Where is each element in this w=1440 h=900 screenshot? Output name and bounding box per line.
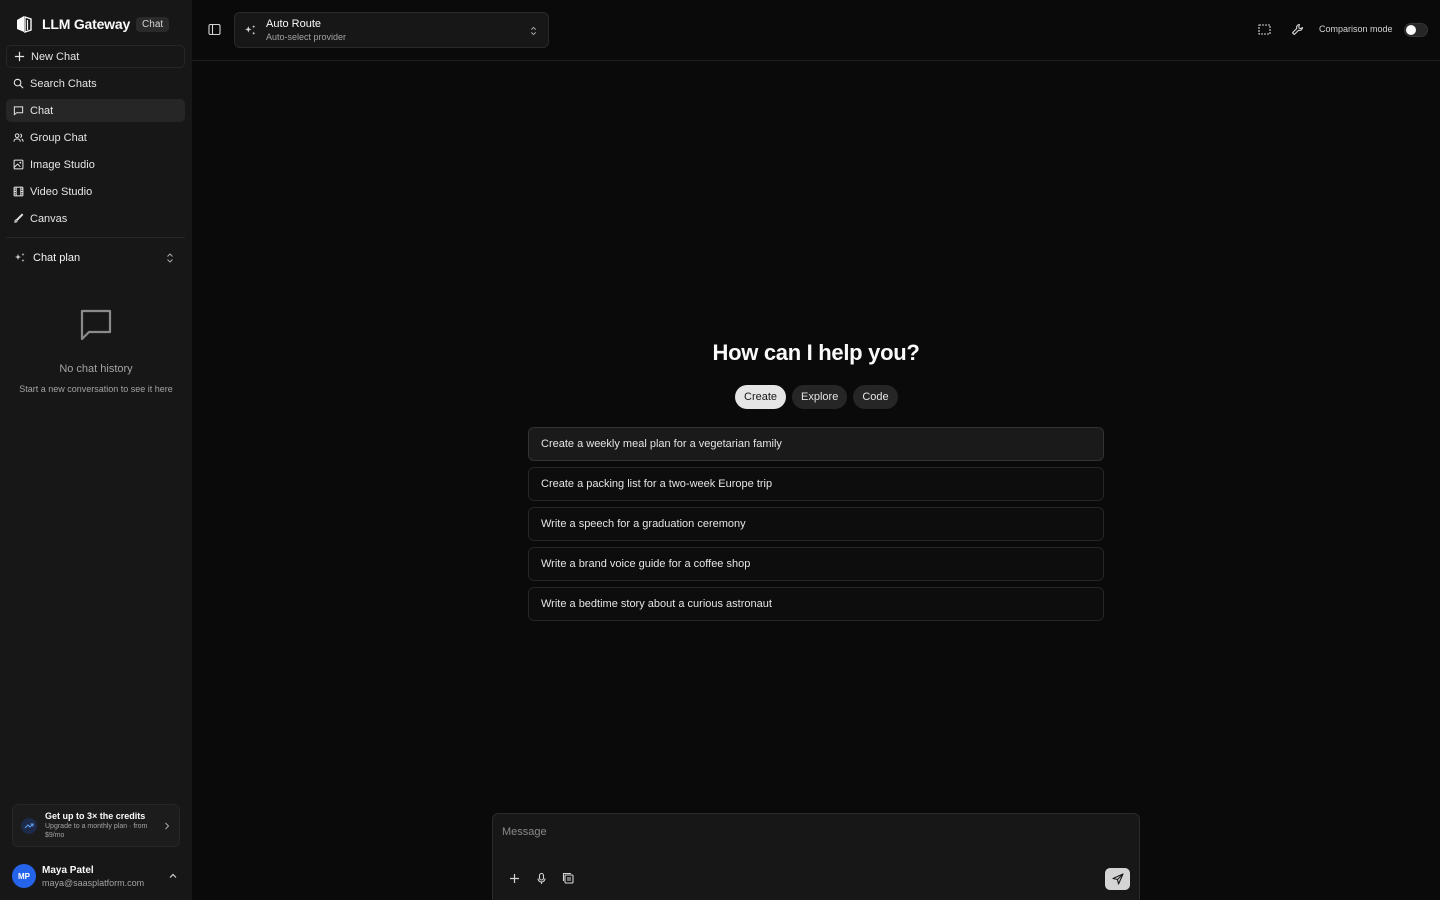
- message-icon: [80, 309, 112, 341]
- chevron-updown-icon: [167, 252, 173, 263]
- prompt-tabs: Create Explore Code: [735, 385, 898, 409]
- empty-history: No chat history Start a new conversation…: [0, 306, 192, 394]
- user-name: Maya Patel: [42, 864, 94, 876]
- sidebar-item-label: Canvas: [30, 212, 68, 225]
- model-subtitle: Auto-select provider: [266, 32, 347, 42]
- promo-subtitle: Upgrade to a monthly plan · from $9/mo: [45, 823, 148, 839]
- sidebar-item-label: Group Chat: [30, 131, 87, 144]
- image-icon: [13, 159, 24, 170]
- sidebar-item-label: Video Studio: [30, 185, 93, 198]
- search-icon: [13, 78, 24, 89]
- microphone-icon[interactable]: [535, 872, 548, 885]
- empty-history-title: No chat history: [59, 363, 133, 375]
- tab-explore[interactable]: Explore: [792, 385, 848, 409]
- fullscreen-icon[interactable]: [1258, 23, 1271, 36]
- upgrade-promo[interactable]: Get up to 3× the credits Upgrade to a mo…: [12, 804, 180, 847]
- sparkles-icon: [245, 24, 256, 35]
- main-area: Auto Route Auto-select provider Comparis…: [192, 0, 1440, 900]
- sidebar-item-image-studio[interactable]: Image Studio: [6, 153, 185, 176]
- tab-code[interactable]: Code: [853, 385, 898, 409]
- message-composer: Message: [492, 813, 1140, 900]
- toggle-knob: [1406, 25, 1416, 35]
- suggestion-item[interactable]: Create a packing list for a two-week Eur…: [528, 467, 1104, 501]
- comparison-mode-toggle[interactable]: [1404, 23, 1428, 37]
- promo-title: Get up to 3× the credits: [45, 811, 146, 821]
- sidebar-item-video-studio[interactable]: Video Studio: [6, 180, 185, 203]
- sparkles-icon: [15, 252, 25, 262]
- attachment-stack-icon[interactable]: [562, 872, 575, 885]
- chevron-updown-icon: [530, 26, 537, 36]
- sidebar-toggle-icon[interactable]: [208, 23, 221, 36]
- empty-history-subtitle: Start a new conversation to see it here: [19, 384, 173, 394]
- sidebar-item-group-chat[interactable]: Group Chat: [6, 126, 185, 149]
- sidebar-item-label: Search Chats: [30, 77, 97, 90]
- topbar: Auto Route Auto-select provider Comparis…: [192, 0, 1440, 61]
- sidebar-item-search-chats[interactable]: Search Chats: [6, 72, 185, 95]
- app-root: LLM Gateway Chat New Chat Search Chats C…: [0, 0, 1440, 900]
- new-chat-label: New Chat: [31, 50, 80, 63]
- sidebar-item-label: Image Studio: [30, 158, 95, 171]
- plan-selector[interactable]: Chat plan: [14, 249, 177, 266]
- chevron-right-icon: [165, 822, 170, 830]
- users-icon: [13, 133, 24, 142]
- brand[interactable]: LLM Gateway Chat: [14, 13, 170, 35]
- send-icon: [1111, 873, 1124, 885]
- brand-name: LLM Gateway: [42, 16, 131, 32]
- sidebar-item-label: Chat: [30, 104, 54, 117]
- avatar: MP: [12, 864, 36, 888]
- new-chat-button[interactable]: New Chat: [6, 45, 185, 68]
- sidebar: LLM Gateway Chat New Chat Search Chats C…: [0, 0, 192, 900]
- plus-icon[interactable]: [508, 872, 521, 885]
- user-menu[interactable]: MP Maya Patel maya@saasplatform.com: [12, 864, 180, 888]
- brush-icon: [14, 213, 24, 223]
- model-name: Auto Route: [266, 18, 322, 30]
- message-input[interactable]: Message: [502, 826, 547, 838]
- sidebar-item-chat[interactable]: Chat: [6, 99, 185, 122]
- user-email: maya@saasplatform.com: [42, 877, 145, 888]
- page-title: How can I help you?: [712, 340, 920, 365]
- tab-create[interactable]: Create: [735, 385, 787, 409]
- message-icon: [13, 106, 24, 116]
- wrench-icon[interactable]: [1291, 23, 1304, 36]
- trending-up-icon: [21, 817, 37, 834]
- suggestion-item[interactable]: Write a speech for a graduation ceremony: [528, 507, 1104, 541]
- film-icon: [13, 186, 24, 197]
- chevron-up-icon: [169, 873, 177, 878]
- model-selector[interactable]: Auto Route Auto-select provider: [234, 12, 549, 48]
- sidebar-item-canvas[interactable]: Canvas: [6, 207, 185, 230]
- suggestion-item[interactable]: Create a weekly meal plan for a vegetari…: [528, 427, 1104, 461]
- suggestion-item[interactable]: Write a bedtime story about a curious as…: [528, 587, 1104, 621]
- brand-badge: Chat: [136, 16, 170, 32]
- suggestion-item[interactable]: Write a brand voice guide for a coffee s…: [528, 547, 1104, 581]
- sidebar-divider: [6, 237, 185, 238]
- plan-label: Chat plan: [33, 251, 81, 264]
- comparison-mode-label: Comparison mode: [1319, 24, 1393, 34]
- logo-icon: [17, 16, 32, 33]
- send-button[interactable]: [1105, 868, 1130, 890]
- plus-icon: [14, 51, 25, 62]
